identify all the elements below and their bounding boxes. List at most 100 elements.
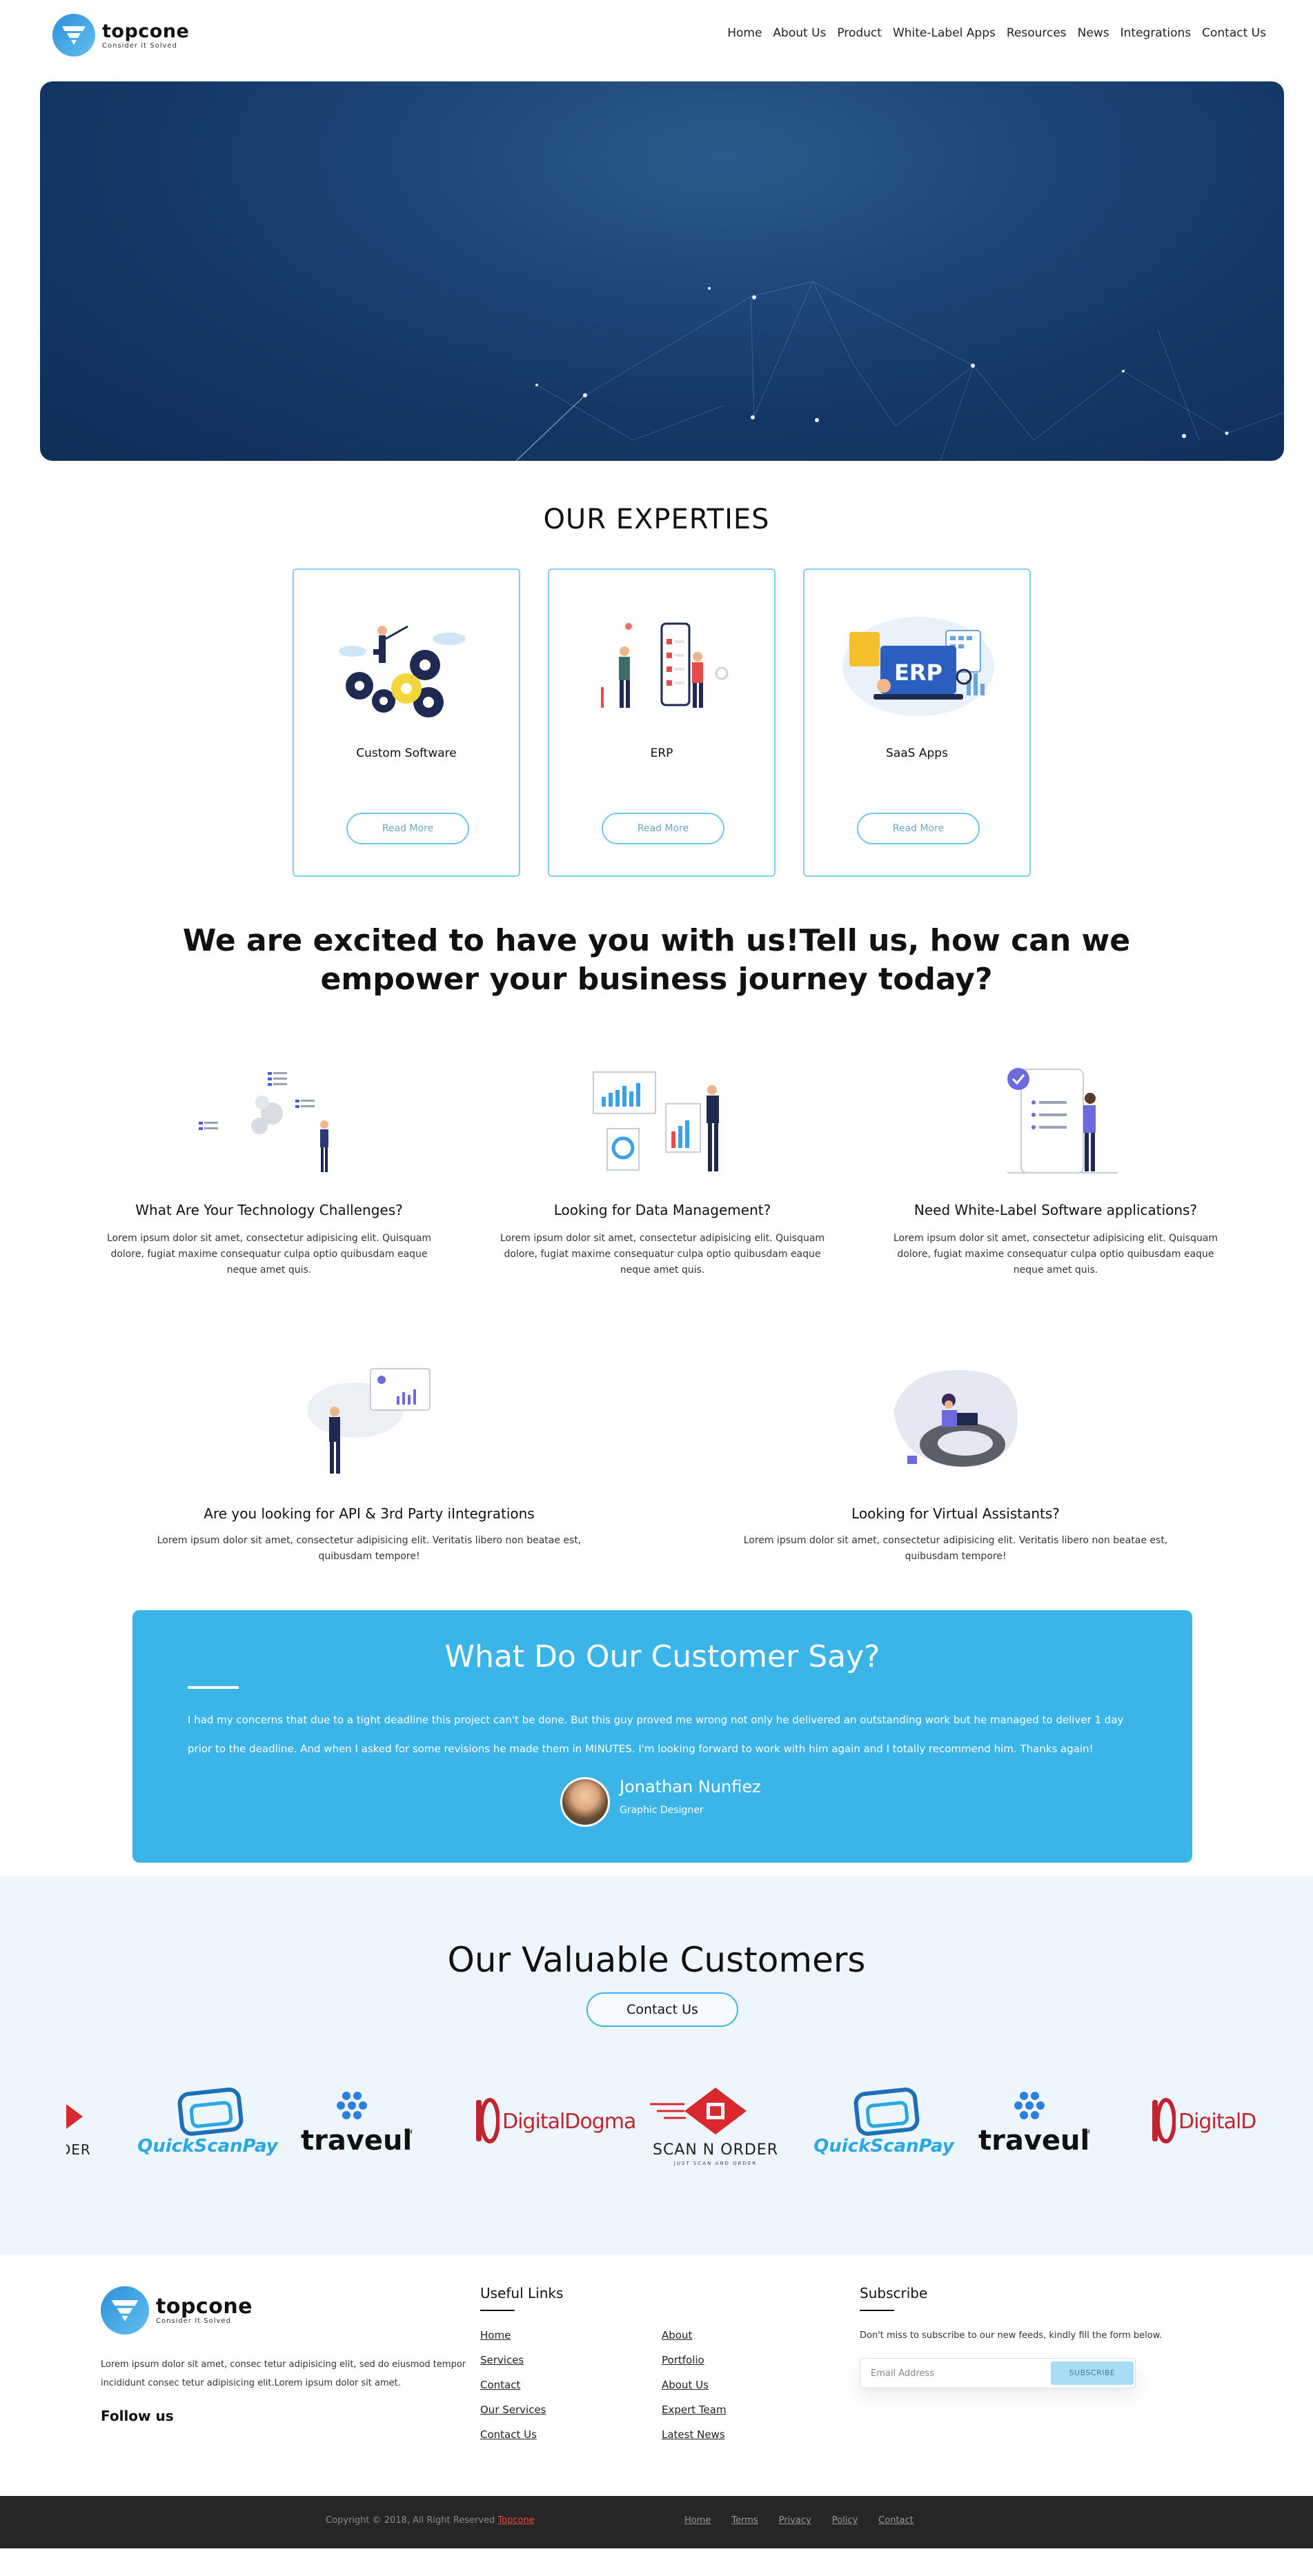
heading-underline: [480, 2310, 515, 2311]
feature-description: Lorem ipsum dolor sit amet, consectetur …: [106, 1233, 432, 1276]
logo-tagline: Consider It Solved: [102, 41, 177, 50]
gears-illustration-icon: [332, 611, 484, 722]
copyright-brand-link[interactable]: Topcone: [497, 2515, 534, 2526]
footer-link-contact-us[interactable]: Contact Us: [480, 2428, 537, 2441]
read-more-button[interactable]: Read More: [857, 813, 980, 844]
bottom-link-privacy[interactable]: Privacy: [779, 2515, 811, 2526]
customer-logo-quickscanpay: QuickScanPay: [135, 2083, 280, 2173]
footer-link-about[interactable]: About: [662, 2329, 692, 2341]
scan-order-mark-icon: [66, 2104, 83, 2129]
engagement-heading: We are excited to have you with us!Tell …: [182, 923, 1131, 997]
copyright-label: Copyright © 2018, All Right Reserved: [326, 2515, 495, 2526]
subscribe-heading: Subscribe: [860, 2285, 928, 2301]
expertise-card-erp[interactable]: ERP Read More: [548, 568, 776, 877]
footer-link-contact[interactable]: Contact: [480, 2379, 520, 2391]
footer-link-services[interactable]: Services: [480, 2354, 524, 2366]
feature-description: Lorem ipsum dolor sit amet, consectetur …: [500, 1233, 825, 1276]
customer-logo-text: DigitalDogma: [502, 2110, 636, 2134]
customer-logo-subtext: JUST SCAN AND ORDER: [673, 2161, 758, 2166]
customer-logo-scan-n-order-partial: RDER: [66, 2083, 108, 2173]
site-footer: topcone Consider It Solved Lorem ipsum d…: [0, 2255, 1313, 2496]
bottom-link-terms[interactable]: Terms: [731, 2515, 758, 2526]
footer-link-our-services[interactable]: Our Services: [480, 2404, 546, 2416]
customer-logo-text: SCAN N ORDER: [652, 2141, 778, 2159]
main-nav: Home About Us Product White-Label Apps R…: [727, 26, 1266, 40]
feature-white-label-software: Need White-Label Software applications? …: [883, 1056, 1228, 1283]
bottom-bar: Copyright © 2018, All Right Reserved Top…: [0, 2496, 1313, 2548]
erp-laptop-illustration-icon: ERP: [842, 611, 994, 722]
nav-home[interactable]: Home: [727, 26, 762, 40]
svg-text:ERP: ERP: [894, 660, 942, 686]
site-logo[interactable]: topcone Consider It Solved: [52, 14, 189, 57]
bottom-link-contact[interactable]: Contact: [878, 2515, 914, 2526]
contact-us-button[interactable]: Contact Us: [586, 1992, 738, 2027]
subscribe-button[interactable]: SUBSCRIBE: [1051, 2361, 1134, 2385]
customer-logo-trademark: TM: [404, 2129, 413, 2135]
customer-logo-digitaldogma-partial: DigitalDo: [1151, 2083, 1257, 2173]
nav-integrations[interactable]: Integrations: [1121, 26, 1192, 40]
testimonial-divider: [188, 1686, 239, 1689]
feature-title: What Are Your Technology Challenges?: [135, 1202, 403, 1218]
avatar: [560, 1777, 610, 1827]
copyright-text: Copyright © 2018, All Right Reserved Top…: [326, 2515, 535, 2526]
subscribe-form: SUBSCRIBE: [860, 2358, 1136, 2388]
customer-logo-trademark: TM: [1082, 2129, 1090, 2135]
customer-logo-text: traveul: [301, 2125, 413, 2157]
customer-logo-traveul: traveul TM: [978, 2083, 1090, 2173]
read-more-button[interactable]: Read More: [602, 813, 724, 844]
bottom-link-home[interactable]: Home: [684, 2515, 711, 2526]
footer-about-text: Lorem ipsum dolor sit amet, consec tetur…: [101, 2359, 466, 2388]
logo-name: topcone: [156, 2294, 253, 2319]
technology-illustration-icon: [193, 1062, 345, 1180]
email-field[interactable]: [861, 2359, 1047, 2387]
customers-section: Our Valuable Customers Contact Us RDER Q…: [0, 1876, 1313, 2255]
logo-icon: [52, 14, 95, 57]
testimonial-author-name: Jonathan Nunfiez: [620, 1777, 761, 1796]
testimonial-section: What Do Our Customer Say? I had my conce…: [132, 1610, 1192, 1863]
feature-title: Looking for Virtual Assistants?: [851, 1505, 1060, 1522]
feature-title: Are you looking for API & 3rd Party iInt…: [204, 1505, 535, 1522]
digitaldogma-mark-icon: [476, 2098, 500, 2143]
customer-logo-carousel[interactable]: RDER QuickScanPay traveul TM DigitalDogm…: [66, 2083, 1257, 2173]
phone-team-illustration-icon: [587, 611, 739, 722]
read-more-button[interactable]: Read More: [346, 813, 469, 844]
quickscanpay-mark-icon: [177, 2088, 244, 2136]
expertise-card-custom-software[interactable]: Custom Software Read More: [293, 568, 520, 877]
testimonial-quote: I had my concerns that due to a tight de…: [188, 1714, 1124, 1755]
white-label-illustration-icon: [980, 1062, 1132, 1180]
logo-name: topcone: [102, 20, 190, 42]
network-graphic: [515, 281, 1284, 461]
feature-description: Lorem ipsum dolor sit amet, consectetur …: [157, 1535, 582, 1562]
data-management-illustration-icon: [586, 1062, 738, 1180]
footer-link-expert-team[interactable]: Expert Team: [662, 2404, 727, 2416]
nav-product[interactable]: Product: [837, 26, 882, 40]
customer-logo-digitaldogma: DigitalDogma: [475, 2083, 636, 2173]
feature-api-integrations: Are you looking for API & 3rd Party iInt…: [110, 1359, 628, 1566]
footer-link-portfolio[interactable]: Portfolio: [662, 2354, 704, 2366]
expertise-card-label: Custom Software: [356, 746, 457, 760]
customer-logo-quickscanpay: QuickScanPay: [811, 2083, 956, 2173]
nav-resources[interactable]: Resources: [1007, 26, 1067, 40]
feature-description: Lorem ipsum dolor sit amet, consectetur …: [893, 1233, 1218, 1276]
quickscanpay-mark-icon: [853, 2088, 920, 2136]
customer-logo-text: RDER: [66, 2141, 91, 2158]
customer-logo-text: QuickScanPay: [137, 2136, 278, 2157]
expertise-card-saas-apps[interactable]: ERP SaaS Apps Read More: [803, 568, 1031, 877]
nav-white-label-apps[interactable]: White-Label Apps: [893, 26, 996, 40]
nav-contact-us[interactable]: Contact Us: [1202, 26, 1266, 40]
nav-news[interactable]: News: [1078, 26, 1109, 40]
feature-title: Looking for Data Management?: [553, 1202, 771, 1218]
feature-title: Need White-Label Software applications?: [914, 1202, 1198, 1218]
footer-link-home[interactable]: Home: [480, 2329, 511, 2341]
bottom-link-policy[interactable]: Policy: [832, 2515, 858, 2526]
digitaldogma-mark-icon: [1152, 2098, 1176, 2143]
expertise-card-label: ERP: [650, 746, 673, 760]
footer-link-latest-news[interactable]: Latest News: [662, 2428, 725, 2441]
footer-logo[interactable]: topcone Consider It Solved: [101, 2286, 253, 2335]
footer-link-about-us[interactable]: About Us: [662, 2379, 709, 2391]
bottom-links: Home Terms Privacy Policy Contact: [684, 2515, 914, 2526]
nav-about-us[interactable]: About Us: [773, 26, 826, 40]
expertise-card-label: SaaS Apps: [886, 746, 948, 760]
virtual-assistant-illustration-icon: [880, 1362, 1031, 1479]
testimonial-title: What Do Our Customer Say?: [444, 1639, 880, 1674]
